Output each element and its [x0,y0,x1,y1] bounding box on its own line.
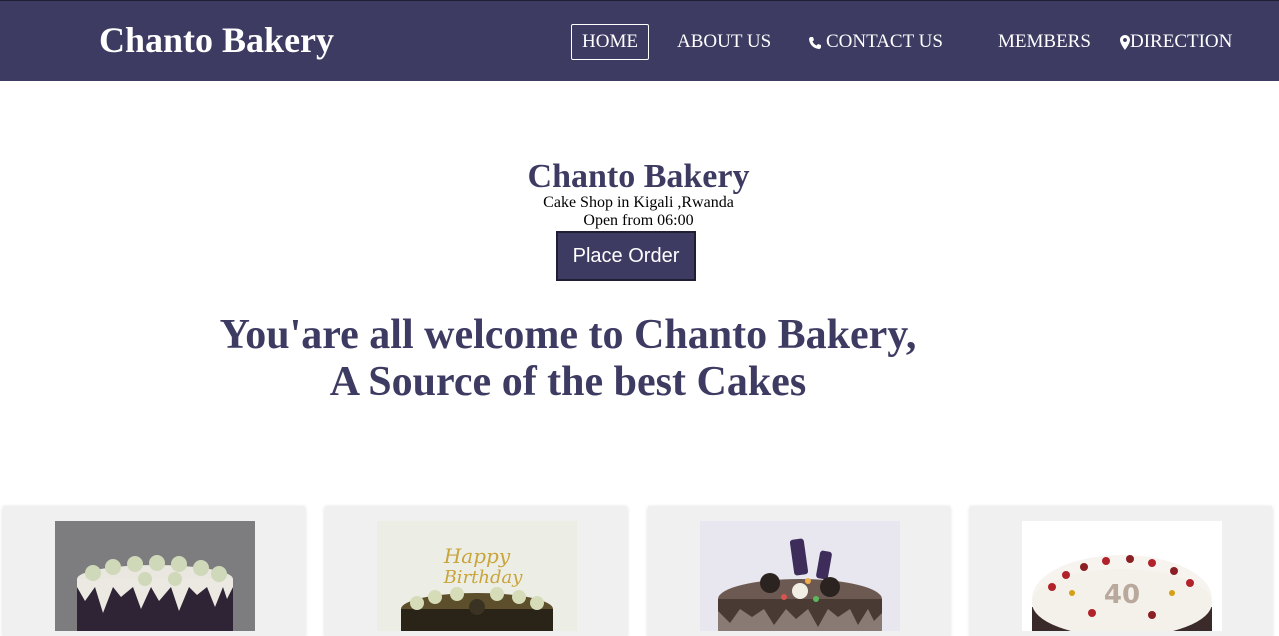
nav-about-us[interactable]: ABOUT US [677,24,771,60]
map-marker-icon [1120,35,1130,51]
nav-contact-us-label: CONTACT US [826,31,943,52]
nav-direction[interactable]: DIRECTION [1120,24,1232,60]
hero-hours: Open from 06:00 [583,212,694,229]
cake-image[interactable] [55,521,255,631]
product-card[interactable] [648,506,950,636]
nav-home-label: HOME [582,31,638,52]
nav-members-label: MEMBERS [998,31,1091,52]
place-order-button[interactable]: Place Order [556,231,696,281]
welcome-heading: You'are all welcome to Chanto Bakery, A … [0,312,1136,406]
hero-subtitle: Cake Shop in Kigali ,Rwanda [543,194,734,211]
cake-40-berries-image: 40 [1022,521,1222,631]
product-card[interactable]: Happy Birthday [325,506,627,636]
phone-icon [809,36,821,49]
welcome-line-1: You'are all welcome to Chanto Bakery, [219,312,917,358]
product-card[interactable] [3,506,305,636]
nav-home[interactable]: HOME [571,24,649,60]
svg-text:Birthday: Birthday [443,567,524,588]
nav-about-us-label: ABOUT US [677,31,772,52]
nav-direction-label: DIRECTION [1130,31,1233,52]
nav-contact-us[interactable]: CONTACT US [808,24,943,60]
brand-logo[interactable]: Chanto Bakery [99,19,334,61]
welcome-line-2: A Source of the best Cakes [329,359,807,405]
cake-happy-birthday-image: Happy Birthday [377,521,577,631]
cake-image[interactable]: Happy Birthday [377,521,577,631]
cake-white-green-drip-image [55,521,255,631]
nav-members[interactable]: MEMBERS [998,24,1091,60]
hero-title: Chanto Bakery [527,158,750,195]
cake-image[interactable] [700,521,900,631]
product-card[interactable]: 40 [970,506,1272,636]
cake-image[interactable]: 40 [1022,521,1222,631]
navbar: Chanto Bakery HOME ABOUT US CONTACT US M… [0,0,1279,81]
svg-text:Happy: Happy [443,544,511,568]
svg-text:40: 40 [1104,580,1140,610]
cake-chocolate-oreo-image [700,521,900,631]
